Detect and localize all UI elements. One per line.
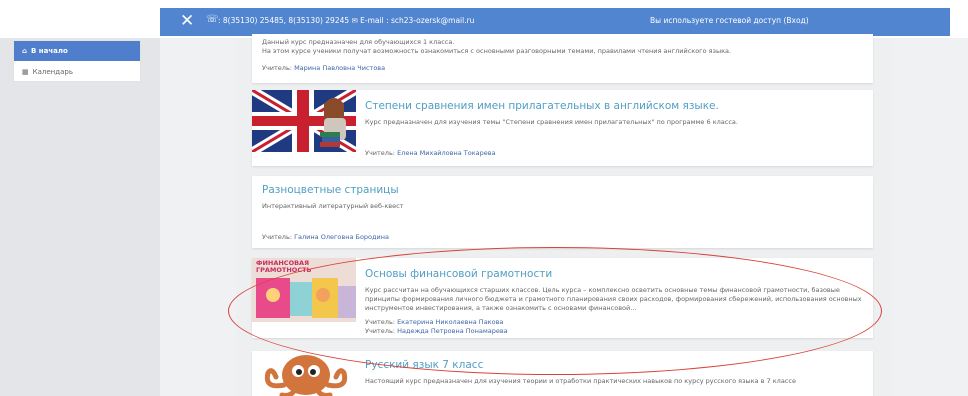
phone-icon: ☏ xyxy=(206,14,219,25)
contact-info: : 8(35130) 25485, 8(35130) 29245 ✉ E-mai… xyxy=(218,16,475,25)
course-image-octopus[interactable] xyxy=(254,351,354,396)
course-teacher: Учитель: Екатерина Николаевна Пакова xyxy=(365,318,503,326)
teacher-link[interactable]: Галина Олеговна Бородина xyxy=(294,233,389,241)
course-description: Курс рассчитан на обучающихся старших кл… xyxy=(365,286,862,312)
course-title-link[interactable]: Основы финансовой грамотности xyxy=(365,268,552,280)
course-card: Степени сравнения имен прилагательных в … xyxy=(252,90,873,166)
sidebar-item-home[interactable]: ⌂ В начало xyxy=(14,41,140,61)
close-icon[interactable]: ✕ xyxy=(180,11,194,31)
teacher-label: Учитель: xyxy=(365,149,395,157)
navbar: ✕ ☏ : 8(35130) 25485, 8(35130) 29245 ✉ E… xyxy=(160,8,950,36)
course-image-finance[interactable]: ФИНАНСОВАЯ ГРАМОТНОСТЬ xyxy=(252,258,356,322)
course-title-link[interactable]: Русский язык 7 класс xyxy=(365,359,483,371)
teacher-link[interactable]: Марина Павловна Чистова xyxy=(294,64,385,72)
top-header: ✕ ☏ : 8(35130) 25485, 8(35130) 29245 ✉ E… xyxy=(0,0,968,38)
course-card: ФИНАНСОВАЯ ГРАМОТНОСТЬ Основы финансовой… xyxy=(252,258,873,338)
course-list: Данный курс предназначен для обучающихся… xyxy=(236,34,892,396)
course-teacher: Учитель: Галина Олеговна Бородина xyxy=(262,233,389,241)
teacher-label: Учитель: xyxy=(365,318,395,326)
sidebar-item-calendar[interactable]: ▦ Календарь xyxy=(14,63,140,81)
teacher-label: Учитель: xyxy=(365,327,395,335)
calendar-icon: ▦ xyxy=(22,68,29,76)
course-description: Курс предназначен для изучения темы "Сте… xyxy=(365,118,738,126)
sidebar: ⌂ В начало ▦ Календарь xyxy=(0,38,160,396)
course-card: Данный курс предназначен для обучающихся… xyxy=(252,34,873,83)
teacher-label: Учитель: xyxy=(262,233,292,241)
sidebar-nav: ⌂ В начало ▦ Календарь xyxy=(13,40,141,82)
course-teacher: Учитель: Надежда Петровна Понамарева xyxy=(365,327,508,335)
course-title-link[interactable]: Степени сравнения имен прилагательных в … xyxy=(365,100,719,112)
teacher-label: Учитель: xyxy=(262,64,292,72)
course-description: Интерактивный литературный веб-квест xyxy=(262,202,404,210)
course-card: Разноцветные страницы Интерактивный лите… xyxy=(252,176,873,248)
course-image-uk-flag[interactable] xyxy=(252,90,356,152)
course-description: Настоящий курс предназначен для изучения… xyxy=(365,377,796,385)
teacher-link[interactable]: Елена Михайловна Токарева xyxy=(397,149,496,157)
guest-access-link[interactable]: Вы используете гостевой доступ (Вход) xyxy=(650,16,809,25)
course-teacher: Учитель: Елена Михайловна Токарева xyxy=(365,149,496,157)
home-icon: ⌂ xyxy=(22,47,28,55)
course-teacher: Учитель: Марина Павловна Чистова xyxy=(262,64,385,72)
teacher-link[interactable]: Надежда Петровна Понамарева xyxy=(397,327,508,335)
course-image-caption: ФИНАНСОВАЯ ГРАМОТНОСТЬ xyxy=(256,259,312,274)
course-description: Данный курс предназначен для обучающихся… xyxy=(262,38,732,55)
course-card: Русский язык 7 класс Настоящий курс пред… xyxy=(252,351,873,396)
sidebar-item-label: В начало xyxy=(31,47,68,55)
course-title-link[interactable]: Разноцветные страницы xyxy=(262,184,399,196)
sidebar-item-label: Календарь xyxy=(32,68,73,76)
teacher-link[interactable]: Екатерина Николаевна Пакова xyxy=(397,318,503,326)
